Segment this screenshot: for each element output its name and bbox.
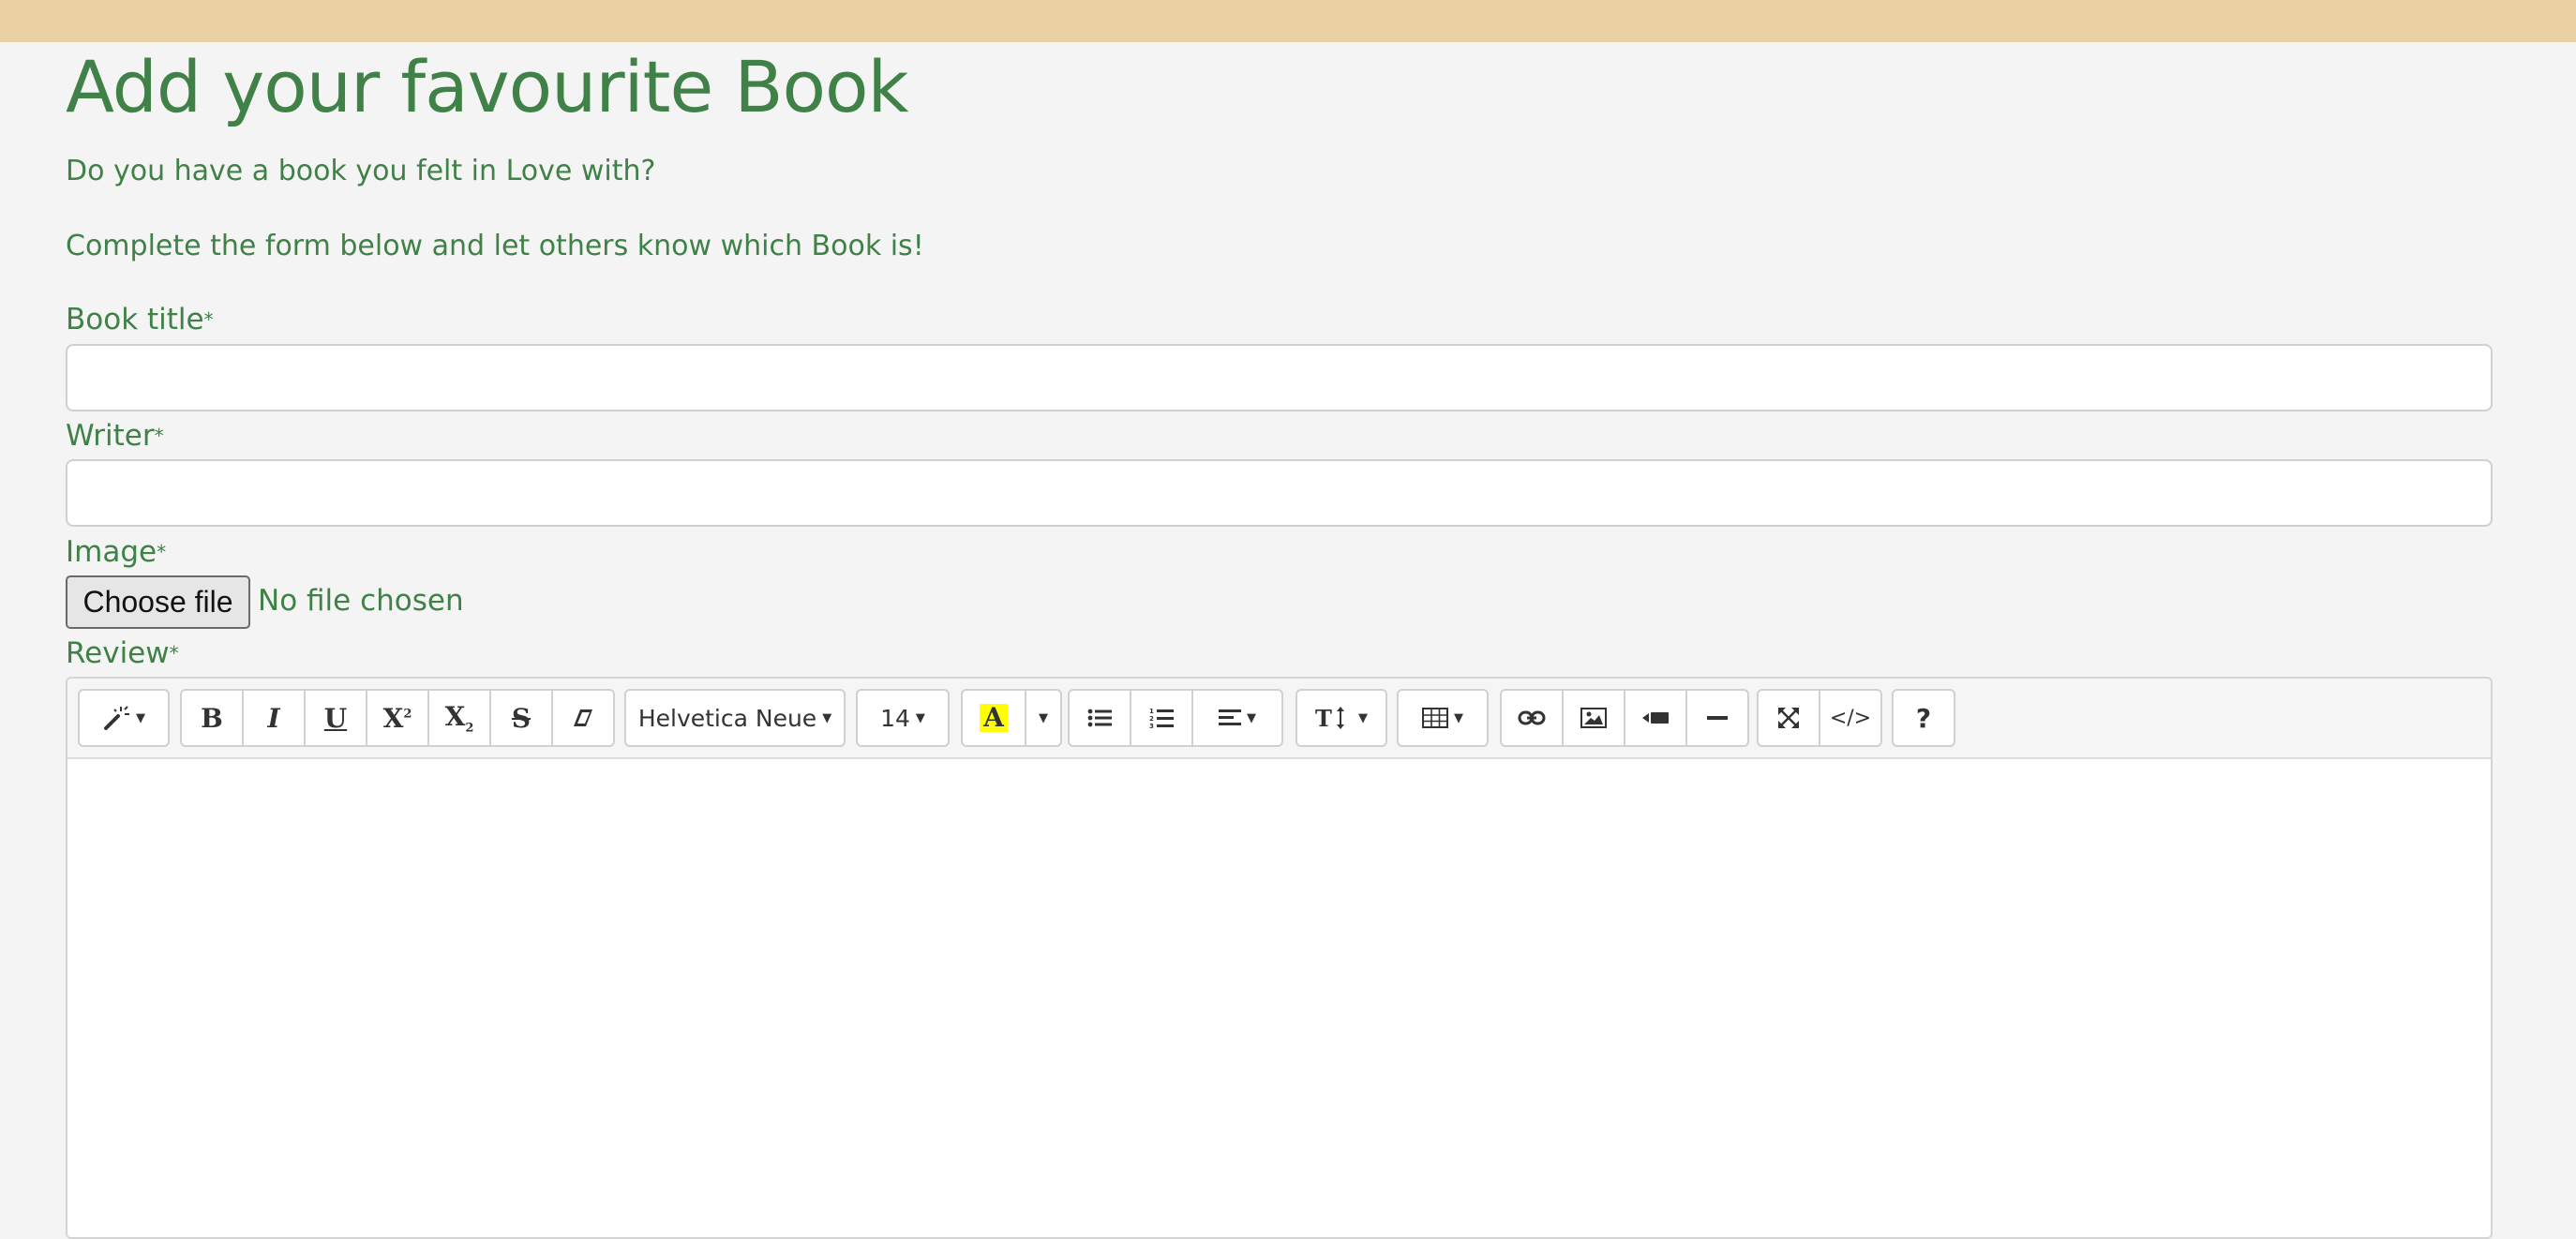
picture-icon	[1580, 708, 1607, 728]
height-group: T ▼	[1295, 689, 1387, 747]
line-height-dropdown[interactable]: T ▼	[1295, 689, 1387, 747]
italic-button[interactable]: I	[242, 689, 306, 747]
view-group: </>	[1757, 689, 1882, 747]
eraser-icon	[574, 709, 592, 726]
text-height-icon: T	[1315, 706, 1344, 730]
recent-color-button[interactable]: A	[961, 689, 1026, 747]
table-group: ▼	[1397, 689, 1489, 747]
chevron-down-icon: ▼	[1454, 710, 1463, 725]
svg-text:2: 2	[1149, 715, 1154, 723]
chevron-down-icon: ▼	[1039, 710, 1048, 725]
color-group: A ▼	[961, 689, 1062, 747]
ordered-list-button[interactable]: 1 2 3	[1130, 689, 1193, 747]
font-name-group: Helvetica Neue ▼	[624, 689, 846, 747]
book-title-input[interactable]	[66, 344, 2493, 411]
underline-button[interactable]: U	[304, 689, 367, 747]
insert-group	[1500, 689, 1749, 747]
table-icon	[1422, 708, 1448, 728]
superscript-icon: X2	[382, 702, 412, 734]
file-status-text: No file chosen	[258, 584, 464, 618]
text-color-icon: A	[980, 704, 1008, 732]
insert-picture-button[interactable]	[1562, 689, 1625, 747]
help-group: ?	[1892, 689, 1955, 747]
superscript-button[interactable]: X2	[366, 689, 429, 747]
intro-question: Do you have a book you felt in Love with…	[66, 155, 656, 187]
align-left-icon	[1219, 709, 1241, 725]
font-style-group: B I U X2 X2 S	[180, 689, 615, 747]
review-rich-text-editor: ▼ B I U X2 X2 S Helvetica Neue ▼ 14 ▼ A …	[66, 677, 2493, 1239]
unordered-list-button[interactable]	[1068, 689, 1131, 747]
choose-file-button[interactable]: Choose file	[66, 575, 250, 629]
svg-text:1: 1	[1149, 708, 1154, 715]
paragraph-align-dropdown[interactable]: ▼	[1191, 689, 1283, 747]
code-view-button[interactable]: </>	[1819, 689, 1882, 747]
svg-text:3: 3	[1149, 723, 1154, 729]
chevron-down-icon: ▼	[915, 710, 925, 725]
subscript-icon: X2	[444, 700, 474, 736]
table-dropdown[interactable]: ▼	[1397, 689, 1489, 747]
svg-text:T: T	[1315, 706, 1332, 730]
color-dropdown-button[interactable]: ▼	[1025, 689, 1062, 747]
strikethrough-button[interactable]: S	[489, 689, 553, 747]
insert-link-button[interactable]	[1500, 689, 1564, 747]
chevron-down-icon: ▼	[1247, 710, 1256, 725]
font-size-dropdown[interactable]: 14 ▼	[856, 689, 950, 747]
bold-button[interactable]: B	[180, 689, 244, 747]
book-title-label: Book title*	[66, 303, 214, 336]
required-marker: *	[157, 541, 167, 563]
style-group: ▼	[78, 689, 170, 747]
bullet-list-icon	[1087, 709, 1112, 727]
insert-video-button[interactable]	[1624, 689, 1687, 747]
magic-wand-icon	[104, 706, 129, 730]
insert-hr-button[interactable]	[1685, 689, 1749, 747]
video-icon	[1642, 712, 1669, 724]
chevron-down-icon: ▼	[822, 710, 832, 725]
page-title: Add your favourite Book	[66, 45, 909, 128]
review-label: Review*	[66, 636, 179, 670]
paragraph-group: 1 2 3 ▼	[1068, 689, 1283, 747]
clear-format-button[interactable]	[551, 689, 615, 747]
subscript-button[interactable]: X2	[427, 689, 491, 747]
required-marker: *	[169, 642, 179, 664]
review-content-area[interactable]	[67, 759, 2491, 1237]
link-icon	[1518, 710, 1546, 725]
editor-toolbar: ▼ B I U X2 X2 S Helvetica Neue ▼ 14 ▼ A …	[67, 679, 2491, 759]
required-marker: *	[203, 308, 214, 331]
horizontal-rule-icon	[1707, 716, 1728, 720]
chevron-down-icon: ▼	[1358, 710, 1368, 725]
intro-instruction: Complete the form below and let others k…	[66, 230, 924, 262]
fullscreen-icon	[1778, 708, 1799, 728]
top-banner	[0, 0, 2576, 42]
style-dropdown-button[interactable]: ▼	[78, 689, 170, 747]
help-button[interactable]: ?	[1892, 689, 1955, 747]
fullscreen-button[interactable]	[1757, 689, 1820, 747]
image-label: Image*	[66, 535, 167, 569]
writer-input[interactable]	[66, 459, 2493, 527]
writer-label: Writer*	[66, 419, 164, 453]
font-size-group: 14 ▼	[856, 689, 950, 747]
font-family-dropdown[interactable]: Helvetica Neue ▼	[624, 689, 846, 747]
chevron-down-icon: ▼	[136, 710, 145, 725]
required-marker: *	[154, 425, 164, 447]
numbered-list-icon: 1 2 3	[1149, 708, 1174, 729]
